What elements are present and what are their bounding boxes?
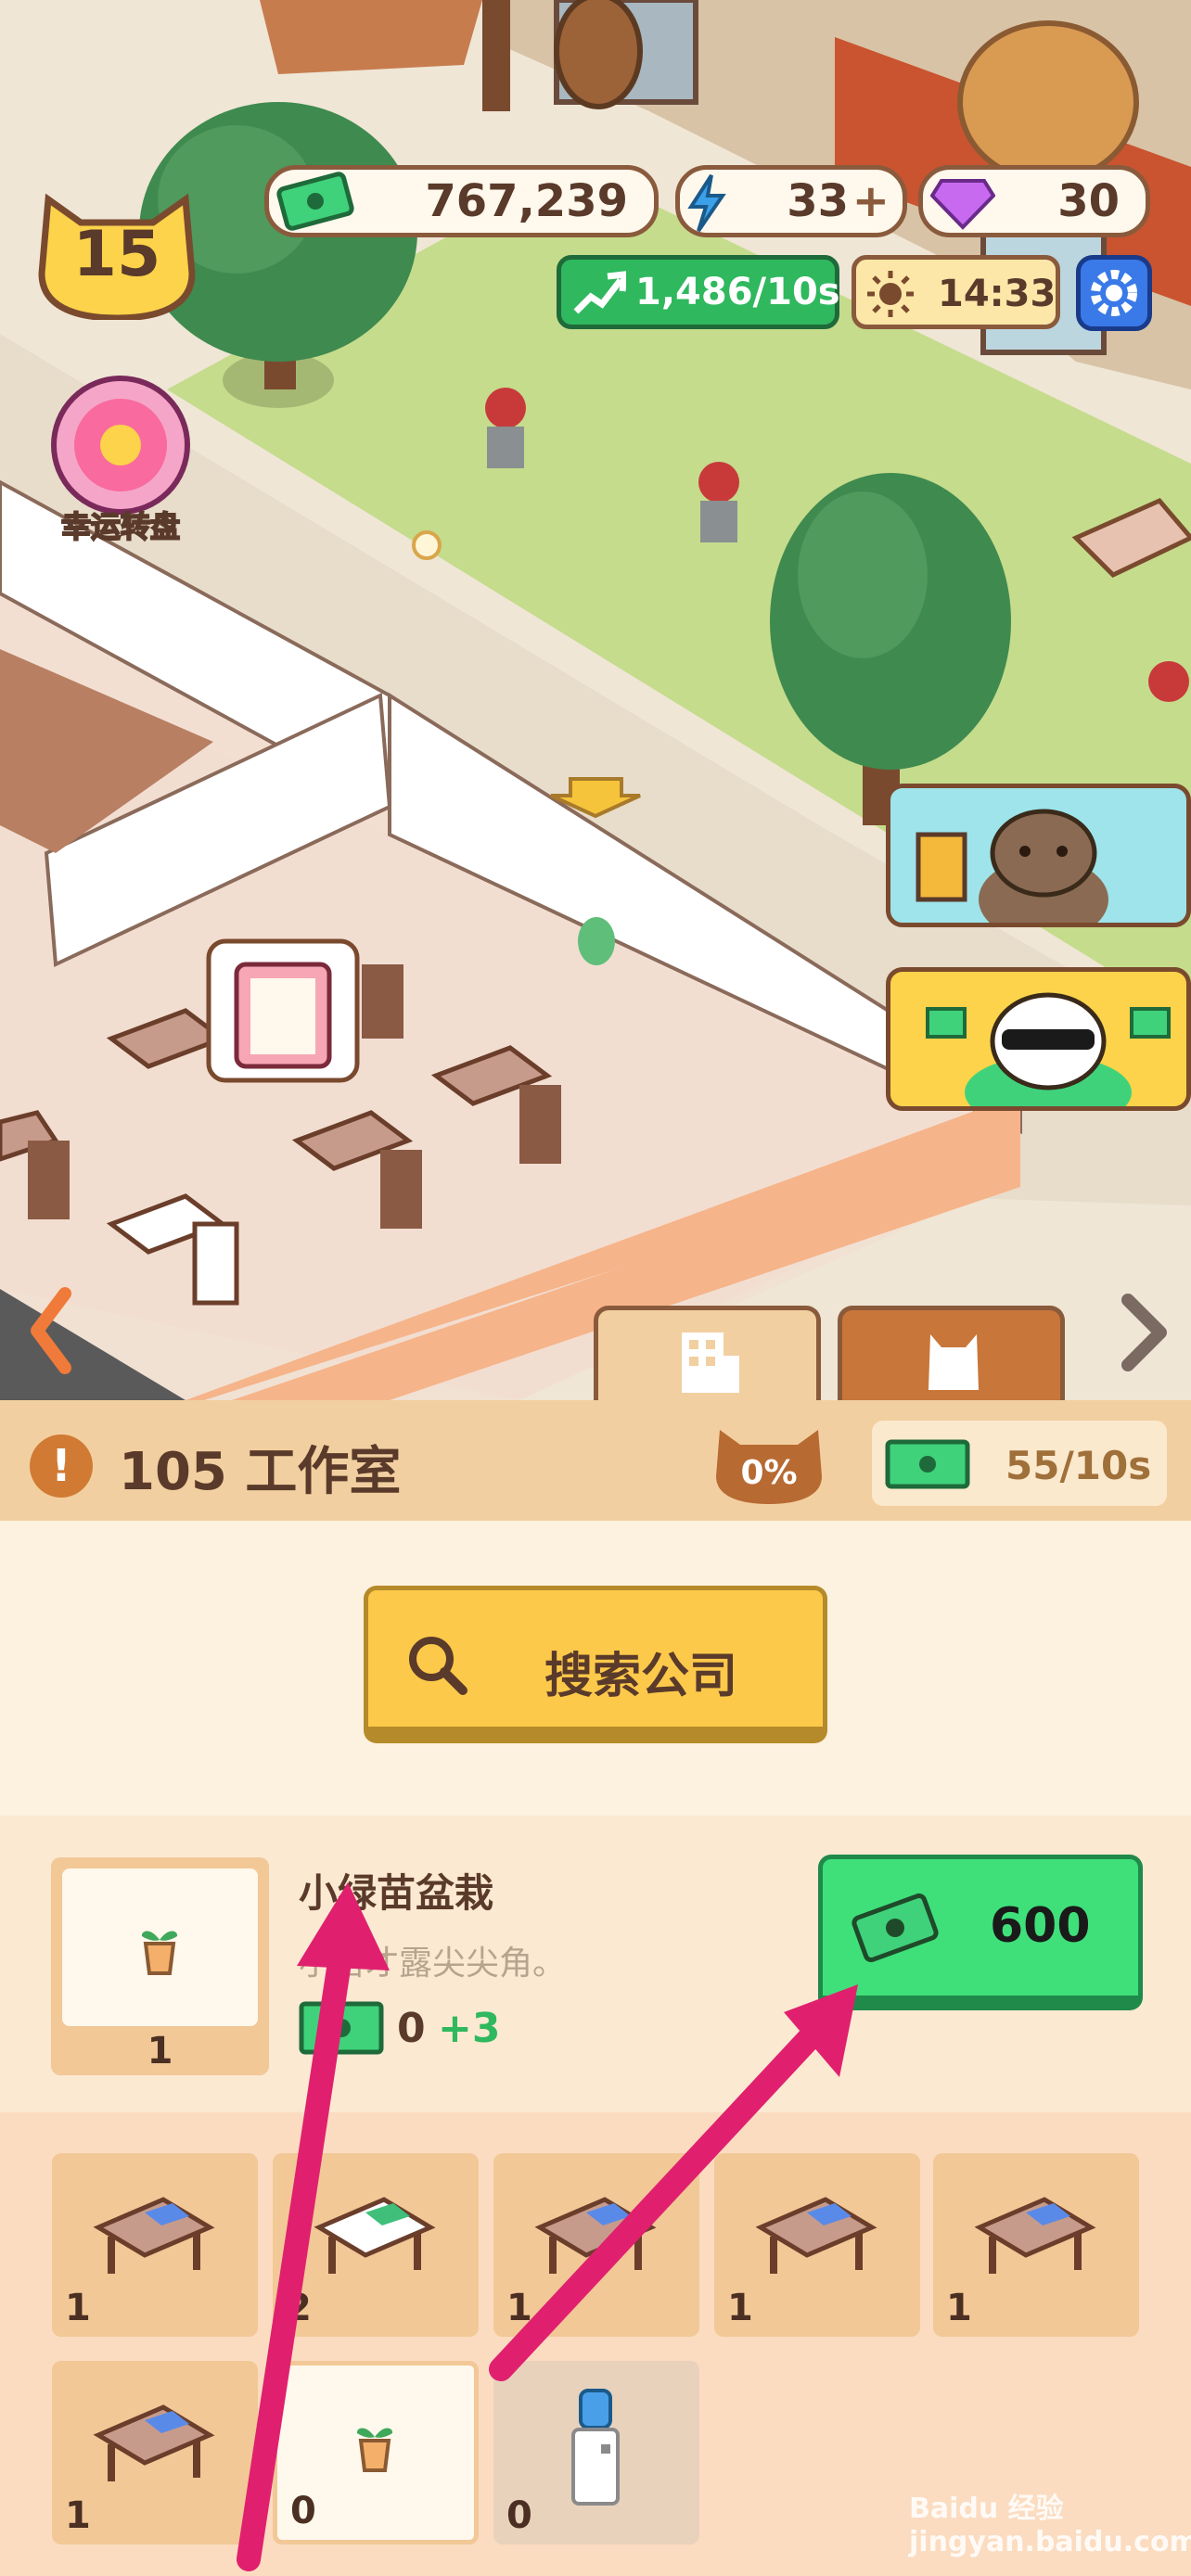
gem-counter: 30 [918,165,1150,237]
watermark: Baidu 经验 jingyan.baidu.com [909,2493,1191,2558]
add-energy-icon[interactable]: + [852,175,890,227]
rich-cat-card[interactable] [886,967,1191,1111]
alert-icon[interactable]: ! [30,1435,93,1498]
slot-count: 1 [946,2287,972,2329]
buy-item-button[interactable]: 600 [818,1855,1143,2010]
desk-icon [93,2404,215,2481]
cash-icon [299,2001,384,2055]
item-row: 1 小绿苗盆栽 小苗才露尖尖角。 0 +3 600 [0,1816,1191,2112]
next-room-arrow-icon[interactable] [1109,1291,1174,1374]
item-description: 小苗才露尖尖角。 [299,1945,567,1983]
room-income-value: 55/10s [1005,1443,1152,1488]
inventory-slot[interactable]: 1 [52,2153,258,2337]
desk-icon [755,2197,877,2274]
gem-icon [930,179,995,230]
inventory-slot[interactable]: 2 [273,2153,479,2337]
sun-icon [867,271,914,317]
desk-icon [93,2197,215,2274]
inventory-slot-selected[interactable]: 0 [273,2361,479,2544]
inventory-slot[interactable]: 1 [493,2153,699,2337]
plant-icon [141,1931,178,1975]
level-number: 15 [72,218,161,291]
item-owned-count: 1 [147,2030,173,2072]
room-header: ! 105 工作室 0% 55/10s [0,1400,1191,1521]
item-thumbnail[interactable]: 1 [51,1857,269,2075]
income-rate-button[interactable]: 1,486/10s [557,255,840,329]
room-panel: 搜索公司 1 小绿苗盆栽 小苗才露尖尖角。 0 +3 600 1 2 1 1 1… [0,1521,1191,2576]
room-progress-badge: 0% [712,1421,826,1506]
cat-icon [928,1334,979,1390]
building-icon [682,1333,739,1393]
room-title: 105 工作室 [119,1442,402,1502]
level-badge[interactable]: 15 [30,172,204,322]
manager-cat-card[interactable] [886,784,1191,927]
slot-count: 1 [727,2287,753,2329]
time-value: 14:33 [938,273,1057,315]
slot-count: 1 [506,2287,532,2329]
desk-icon [534,2197,657,2274]
inventory-slot[interactable]: 1 [933,2153,1139,2337]
progress-value: 0% [740,1454,798,1492]
slot-count: 0 [290,2490,316,2532]
game-scene[interactable]: 15 767,239 33 + 30 1,486/10s 14:33 幸运转盘 [0,0,1191,1400]
inventory-slot[interactable]: 1 [52,2361,258,2544]
lucky-wheel-label: 幸运转盘 [60,508,181,545]
plant-icon [356,2428,393,2472]
tab-buildings[interactable] [594,1306,821,1400]
search-company-button[interactable]: 搜索公司 [364,1586,827,1743]
slot-count: 1 [65,2287,91,2329]
business-cat-icon [916,809,1108,923]
cash-counter: 767,239 [264,165,659,237]
gear-icon [1091,270,1137,316]
inventory-slot[interactable]: 1 [714,2153,920,2337]
item-thumbnail-frame [62,1868,258,2026]
cash-icon [885,1439,970,1489]
wheel-icon [51,376,190,515]
cash-value: 767,239 [425,175,628,227]
cash-icon [852,1893,939,1963]
slot-count: 2 [286,2287,312,2329]
slot-count: 0 [506,2494,532,2537]
item-income-bonus: +3 [438,2005,501,2052]
cash-icon [276,172,354,231]
item-income-value: 0 [397,2005,426,2052]
buy-item-price: 600 [990,1898,1091,1954]
tab-cats[interactable] [838,1306,1065,1400]
energy-value: 33 [787,175,849,227]
income-rate-value: 1,486/10s [635,271,840,313]
water-cooler-icon [571,2389,620,2506]
lightning-icon [687,173,726,233]
trend-up-icon [573,271,626,314]
item-name: 小绿苗盆栽 [299,1870,494,1916]
search-company-label: 搜索公司 [544,1649,738,1704]
inventory-slot[interactable]: 0 [493,2361,699,2544]
game-clock: 14:33 [852,255,1060,329]
lucky-wheel-button[interactable]: 幸运转盘 [42,376,199,545]
rich-cat-icon [926,992,1171,1106]
gem-value: 30 [1057,175,1120,227]
search-icon [409,1637,467,1695]
desk-icon [974,2197,1096,2274]
settings-button[interactable] [1076,255,1152,331]
energy-counter: 33 + [675,165,907,237]
slot-count: 1 [65,2494,91,2537]
white-desk-icon [314,2197,436,2274]
room-income-badge: 55/10s [872,1421,1167,1506]
